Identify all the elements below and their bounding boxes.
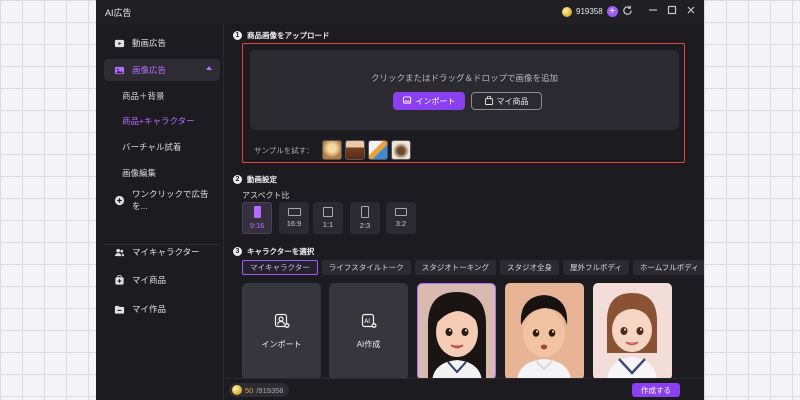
- sidebar-item-my-products[interactable]: マイ商品: [104, 269, 220, 291]
- step-number: 1: [233, 31, 242, 40]
- tab-outdoor-fullbody[interactable]: 屋外フルボディ: [562, 260, 629, 275]
- sidebar-item-label: マイキャラクター: [132, 247, 200, 257]
- section-video-settings-header: 2 動画設定: [233, 174, 277, 185]
- section-title: 動画設定: [247, 175, 277, 184]
- portrait-ratio-icon: [253, 206, 261, 218]
- ai-create-icon: AI: [361, 313, 377, 331]
- upload-dropzone[interactable]: クリックまたはドラッグ＆ドロップで画像を追加 インポート マイ商品: [250, 50, 679, 130]
- sidebar-item-my-works[interactable]: マイ作品: [104, 298, 220, 320]
- video-icon: [114, 38, 125, 49]
- credits-total: /919358: [256, 385, 284, 395]
- subitem-image-edit[interactable]: 画像編集: [122, 167, 156, 179]
- square-ratio-icon: [323, 207, 333, 217]
- character-card-girl[interactable]: [417, 283, 496, 380]
- subitem-product-character[interactable]: 商品+キャラクター: [122, 115, 195, 127]
- upload-area-highlight: クリックまたはドラッグ＆ドロップで画像を追加 インポート マイ商品 サンプルを試…: [242, 43, 685, 163]
- character-portrait-girl: [418, 284, 495, 379]
- sidebar-item-label: マイ作品: [132, 304, 167, 314]
- step-number: 3: [233, 247, 242, 256]
- sample-label: サンプルを試す：: [254, 145, 314, 155]
- sample-thumbnail[interactable]: [321, 140, 342, 160]
- credits-balance: 919358: [576, 7, 603, 16]
- sidebar: 動画広告 画像広告 商品＋背景 商品+キャラクター バーチャル試着 画像編集 ワ…: [96, 24, 224, 400]
- character-card-boy[interactable]: [505, 283, 584, 380]
- app-window: AI広告 919358 + 動画広告 画像広告 商品＋背景 商品+キャラクター …: [96, 0, 704, 400]
- subitem-virtual-tryon[interactable]: バーチャル試着: [122, 141, 181, 153]
- aspect-ratio-label: アスペクト比: [242, 191, 290, 200]
- bottom-bar: 50 /919358 作成する: [225, 378, 704, 400]
- section-title: 商品画像をアップロード: [247, 31, 330, 40]
- sidebar-item-label: マイ商品: [132, 275, 167, 285]
- tab-home-fullbody[interactable]: ホームフルボディ: [632, 260, 704, 275]
- sidebar-item-video-ad[interactable]: 動画広告: [104, 32, 220, 54]
- add-circle-icon: [114, 195, 125, 206]
- credits-display[interactable]: 919358 +: [562, 6, 618, 17]
- sidebar-item-label: 画像広告: [132, 65, 167, 75]
- import-button[interactable]: インポート: [393, 92, 465, 110]
- section-title: キャラクターを選択: [247, 247, 315, 256]
- main-panel: 1 商品画像をアップロード クリックまたはドラッグ＆ドロップで画像を追加 インポ…: [225, 24, 704, 400]
- aspect-option-16-9[interactable]: 16:9: [279, 202, 309, 234]
- maximize-icon[interactable]: [665, 5, 679, 19]
- create-button[interactable]: 作成する: [632, 383, 680, 397]
- tab-studio-talking[interactable]: スタジオトーキング: [414, 260, 496, 275]
- minimize-icon[interactable]: [646, 5, 660, 19]
- upload-hint: クリックまたはドラッグ＆ドロップで画像を追加: [370, 73, 558, 83]
- sidebar-item-image-ad[interactable]: 画像広告: [104, 59, 220, 81]
- svg-text:AI: AI: [364, 318, 370, 325]
- ai-create-character-card[interactable]: AI AI作成: [329, 283, 408, 380]
- aspect-option-1-1[interactable]: 1:1: [313, 202, 343, 234]
- close-icon[interactable]: [684, 5, 698, 19]
- product-icon: [114, 274, 125, 286]
- aspect-option-3-2[interactable]: 3:2: [386, 202, 416, 234]
- sidebar-item-label: 動画広告: [132, 38, 167, 48]
- section-upload-header: 1 商品画像をアップロード: [233, 30, 330, 41]
- import-person-icon: [274, 313, 290, 331]
- subitem-product-background[interactable]: 商品＋背景: [122, 90, 165, 102]
- aspect-option-2-3[interactable]: 2:3: [350, 202, 380, 234]
- coin-icon: [562, 6, 572, 17]
- bag-icon: [484, 95, 493, 107]
- aspect-option-9-16[interactable]: 9:16: [242, 202, 272, 234]
- add-credits-button[interactable]: +: [606, 6, 618, 17]
- step-number: 2: [233, 175, 242, 184]
- landscape-ratio-icon: [395, 208, 407, 216]
- tab-lifestyle-talk[interactable]: ライフスタイルトーク: [321, 260, 411, 275]
- character-tabs: マイキャラクター ライフスタイルトーク スタジオトーキング スタジオ全身 屋外フ…: [242, 260, 704, 275]
- title-bar: AI広告 919358 +: [96, 0, 704, 24]
- credits-used: 50: [245, 385, 254, 395]
- sample-thumbnail[interactable]: [344, 140, 365, 160]
- sample-thumbnail[interactable]: [367, 140, 388, 160]
- character-portrait-young-girl: [593, 283, 672, 380]
- folder-icon: [114, 304, 125, 315]
- refresh-icon[interactable]: [620, 5, 634, 19]
- coin-icon: [232, 385, 242, 395]
- sidebar-item-label: ワンクリックで広告を...: [132, 189, 209, 211]
- people-icon: [114, 247, 125, 258]
- landscape-ratio-icon: [287, 208, 301, 216]
- tab-my-character[interactable]: マイキャラクター: [242, 260, 318, 275]
- character-card-young-girl[interactable]: [593, 283, 672, 380]
- sidebar-item-my-character[interactable]: マイキャラクター: [104, 241, 220, 263]
- chevron-up-icon: [206, 66, 212, 70]
- tab-studio-fullbody[interactable]: スタジオ全身: [499, 260, 559, 275]
- sidebar-item-one-click-ad[interactable]: ワンクリックで広告を...: [104, 189, 220, 211]
- import-character-card[interactable]: インポート: [242, 283, 321, 380]
- sample-row: サンプルを試す：: [254, 140, 411, 160]
- section-character-header: 3 キャラクターを選択: [233, 246, 314, 257]
- my-products-button[interactable]: マイ商品: [471, 92, 542, 110]
- character-portrait-boy: [505, 283, 584, 380]
- sample-thumbnail[interactable]: [390, 140, 411, 160]
- portrait-ratio-icon: [361, 206, 369, 218]
- image-icon: [114, 65, 125, 76]
- credit-cost-indicator: 50 /919358: [229, 383, 290, 397]
- image-add-icon: [402, 95, 412, 107]
- app-title: AI広告: [105, 8, 132, 18]
